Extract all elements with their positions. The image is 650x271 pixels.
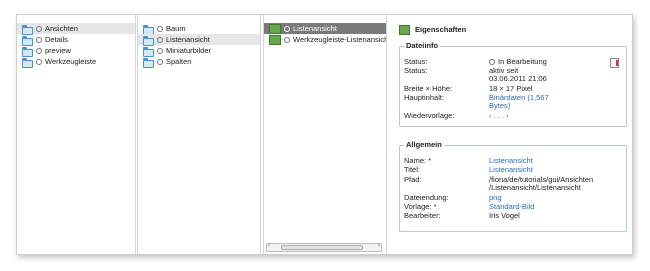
editor-row: Bearbeiter: Iris Vogel: [404, 211, 622, 220]
general-legend: Allgemein: [404, 140, 444, 149]
image-icon: [399, 25, 410, 36]
resubmit-label: Wiedervorlage:: [404, 111, 455, 120]
radio-icon: [157, 48, 163, 55]
radio-icon: [489, 59, 495, 66]
template-label: Vorlage: *: [404, 202, 437, 211]
editor-value: Iris Vogel: [489, 211, 520, 220]
status-label: Status:: [404, 57, 428, 66]
title-row: Titel: Listenansicht: [404, 165, 622, 174]
folder-item-werkzeugleiste[interactable]: Werkzeugleiste: [17, 56, 135, 68]
image-icon: [269, 24, 281, 35]
folder-icon: [22, 47, 33, 57]
status-text: In Bearbeitung: [498, 57, 547, 66]
folder-label: Miniaturbilder: [166, 46, 212, 55]
path-line2: /Listenansicht/Listenansicht: [489, 183, 581, 192]
radio-icon: [36, 37, 42, 44]
status-value: In Bearbeitung: [489, 57, 547, 66]
name-label: Name: *: [404, 156, 432, 165]
size-row: Breite × Höhe: 18 × 17 Pixel: [404, 84, 622, 93]
folder-icon: [143, 58, 154, 68]
folder-label: Details: [45, 35, 68, 44]
folder-icon: [143, 36, 154, 46]
properties-title: Eigenschaften: [415, 25, 467, 34]
name-link[interactable]: Listenansicht: [489, 156, 533, 165]
content-link-2[interactable]: Bytes): [489, 101, 510, 110]
column-ansichten: Ansichten Details preview Werkzeugleiste: [17, 15, 136, 254]
radio-icon: [284, 26, 290, 33]
object-browser-window: Ansichten Details preview Werkzeugleiste…: [16, 14, 633, 255]
size-value: 18 × 17 Pixel: [489, 84, 533, 93]
column-listenansicht: Baum Listenansicht Miniaturbilder Spalte…: [137, 15, 261, 254]
radio-icon: [36, 26, 42, 33]
folder-label: Werkzeugleiste: [45, 57, 97, 66]
horizontal-scrollbar[interactable]: ‹ ›: [266, 242, 382, 252]
fileinfo-legend: Dateiinfo: [404, 41, 441, 50]
title-link[interactable]: Listenansicht: [489, 165, 533, 174]
template-row: Vorlage: * Standard-Bild: [404, 202, 622, 211]
radio-icon: [36, 59, 42, 66]
ext-label: Dateiendung:: [404, 193, 449, 202]
radio-icon: [157, 26, 163, 33]
editor-label: Bearbeiter:: [404, 211, 441, 220]
status2-line2: 03.06.2011 21:06: [489, 74, 547, 83]
folder-icon: [143, 25, 154, 35]
ext-link[interactable]: png: [489, 193, 502, 202]
folder-item-miniaturbilder[interactable]: Miniaturbilder: [138, 45, 260, 57]
file-label: Werkzeugleiste-Listenansicht: [293, 35, 387, 44]
properties-header: Eigenschaften: [399, 25, 467, 36]
folder-item-baum[interactable]: Baum: [138, 23, 260, 35]
scroll-right-icon[interactable]: ›: [378, 242, 380, 249]
folder-icon: [22, 36, 33, 46]
folder-item-listenansicht[interactable]: Listenansicht: [138, 34, 260, 46]
resubmit-row: Wiedervorlage: ‹ . . . ›: [404, 111, 622, 120]
name-row: Name: * Listenansicht: [404, 156, 622, 165]
template-link[interactable]: Standard-Bild: [489, 202, 534, 211]
folder-icon: [22, 58, 33, 68]
column-files: Listenansicht Werkzeugleiste-Listenansic…: [263, 15, 387, 254]
general-fieldset: Allgemein Name: * Listenansicht Titel: L…: [399, 140, 627, 232]
folder-item-ansichten[interactable]: Ansichten: [17, 23, 135, 35]
resubmit-link[interactable]: ‹ . . . ›: [489, 111, 509, 120]
folder-item-spalten[interactable]: Spalten: [138, 56, 260, 68]
file-label: Listenansicht: [293, 24, 337, 33]
folder-label: Baum: [166, 24, 186, 33]
radio-icon: [36, 48, 42, 55]
scroll-thumb[interactable]: [281, 245, 363, 250]
folder-label: Listenansicht: [166, 35, 210, 44]
folder-label: Spalten: [166, 57, 192, 66]
size-label: Breite × Höhe:: [404, 84, 453, 93]
ext-row: Dateiendung: png: [404, 193, 622, 202]
title-label: Titel:: [404, 165, 420, 174]
image-icon: [269, 35, 281, 46]
radio-icon: [157, 37, 163, 44]
scroll-left-icon[interactable]: ‹: [268, 242, 270, 249]
folder-label: preview: [45, 46, 71, 55]
status2-row-2: 03.06.2011 21:06: [404, 74, 622, 83]
status-row: Status: In Bearbeitung: [404, 57, 622, 66]
folder-item-preview[interactable]: preview: [17, 45, 135, 57]
radio-icon: [157, 59, 163, 66]
content-row-2: Bytes): [404, 101, 622, 110]
path-row-2: /Listenansicht/Listenansicht: [404, 183, 622, 192]
properties-panel: Eigenschaften Dateiinfo Status: In Bearb…: [389, 15, 632, 254]
folder-label: Ansichten: [45, 24, 78, 33]
file-item-listenansicht[interactable]: Listenansicht: [264, 23, 386, 35]
folder-icon: [143, 47, 154, 57]
file-item-werkzeugleiste-listenansicht[interactable]: Werkzeugleiste-Listenansicht: [264, 34, 387, 46]
folder-item-details[interactable]: Details: [17, 34, 135, 46]
folder-icon: [22, 25, 33, 35]
fileinfo-fieldset: Dateiinfo Status: In Bearbeitung Status:…: [399, 41, 627, 127]
radio-icon: [284, 37, 290, 44]
